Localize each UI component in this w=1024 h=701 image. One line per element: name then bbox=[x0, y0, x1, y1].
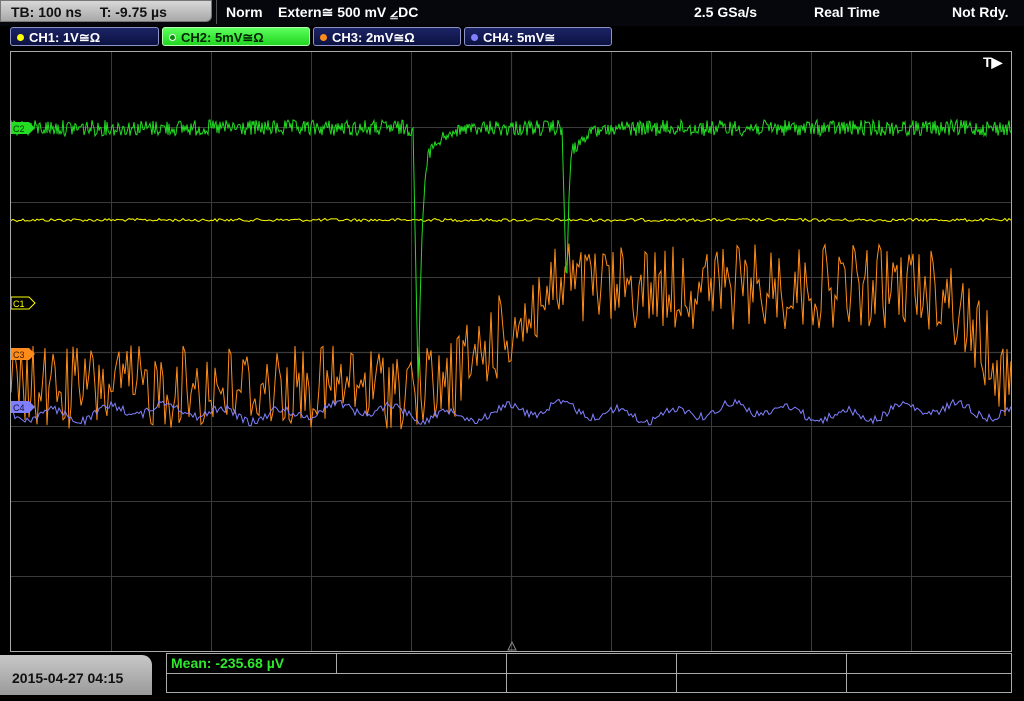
channel-2-label: CH2: 5mV≅Ω bbox=[181, 30, 264, 45]
channel-3-marker[interactable]: C3 bbox=[11, 348, 35, 360]
channel-3-tab[interactable]: CH3: 2mV≅Ω bbox=[313, 27, 461, 46]
waveform-display[interactable]: C2 C1 C3 C4 T▶ bbox=[10, 51, 1012, 652]
timebase-label: TB: 100 ns bbox=[11, 4, 82, 20]
svg-text:C4: C4 bbox=[13, 403, 25, 413]
date-time-box: 2015-04-27 04:15 bbox=[0, 655, 152, 695]
channel-4-label: CH4: 5mV≅ bbox=[483, 30, 556, 45]
channel-1-marker[interactable]: C1 bbox=[10, 296, 36, 310]
channel-4-dot-icon bbox=[471, 34, 478, 41]
channel-2-tab[interactable]: CH2: 5mV≅Ω bbox=[162, 27, 310, 46]
sample-rate: 2.5 GSa/s bbox=[694, 4, 758, 20]
trigger-position-marker[interactable]: T▶ bbox=[983, 54, 1004, 70]
mean-measurement: Mean: -235.68 µV bbox=[171, 655, 285, 671]
measurement-cell-1[interactable]: Mean: -235.68 µV bbox=[167, 654, 337, 673]
svg-text:C3: C3 bbox=[13, 350, 25, 360]
trigger-source[interactable]: Extern≅ 500 mV ⦤DC bbox=[278, 0, 418, 24]
channel-4-marker[interactable]: C4 bbox=[11, 401, 35, 413]
graticule bbox=[11, 52, 1011, 651]
measurement-cell-2[interactable] bbox=[337, 654, 507, 673]
trigger-time-label: T: -9.75 µs bbox=[99, 4, 167, 20]
channel-3-dot-icon bbox=[320, 34, 327, 41]
measurement-cell-5[interactable] bbox=[337, 674, 507, 693]
measurement-cell-7[interactable] bbox=[677, 674, 847, 693]
channel-1-tab[interactable]: CH1: 1V≅Ω bbox=[10, 27, 159, 46]
measurement-cell-3[interactable] bbox=[507, 654, 677, 673]
svg-text:C2: C2 bbox=[13, 124, 25, 134]
channel-2-dot-icon bbox=[169, 34, 176, 41]
measurement-cell-4[interactable] bbox=[677, 654, 847, 673]
date-time-label: 2015-04-27 04:15 bbox=[12, 670, 124, 686]
channel-4-tab[interactable]: CH4: 5mV≅ bbox=[464, 27, 612, 46]
run-status: Not Rdy. bbox=[952, 4, 1009, 20]
channel-1-label: CH1: 1V≅Ω bbox=[29, 30, 101, 45]
measurement-panel[interactable]: Mean: -235.68 µV bbox=[166, 653, 1012, 693]
svg-text:C1: C1 bbox=[13, 299, 25, 309]
channel-3-label: CH3: 2mV≅Ω bbox=[332, 30, 415, 45]
top-status-bar: TB: 100 ns T: -9.75 µs Norm Extern≅ 500 … bbox=[0, 0, 1024, 26]
status-separator bbox=[216, 0, 217, 24]
channel-1-dot-icon bbox=[17, 34, 24, 41]
waveform-canvas: C2 C1 C3 C4 T▶ bbox=[10, 52, 1012, 651]
measurement-cell-6[interactable] bbox=[507, 674, 677, 693]
trigger-mode[interactable]: Norm bbox=[226, 0, 263, 24]
acquisition-mode[interactable]: Real Time bbox=[814, 0, 880, 24]
bottom-bar: 2015-04-27 04:15 Mean: -235.68 µV bbox=[0, 653, 1024, 695]
channel-bar: CH1: 1V≅Ω CH2: 5mV≅Ω CH3: 2mV≅Ω CH4: 5mV… bbox=[0, 27, 1024, 48]
timebase-box[interactable]: TB: 100 ns T: -9.75 µs bbox=[0, 0, 212, 22]
